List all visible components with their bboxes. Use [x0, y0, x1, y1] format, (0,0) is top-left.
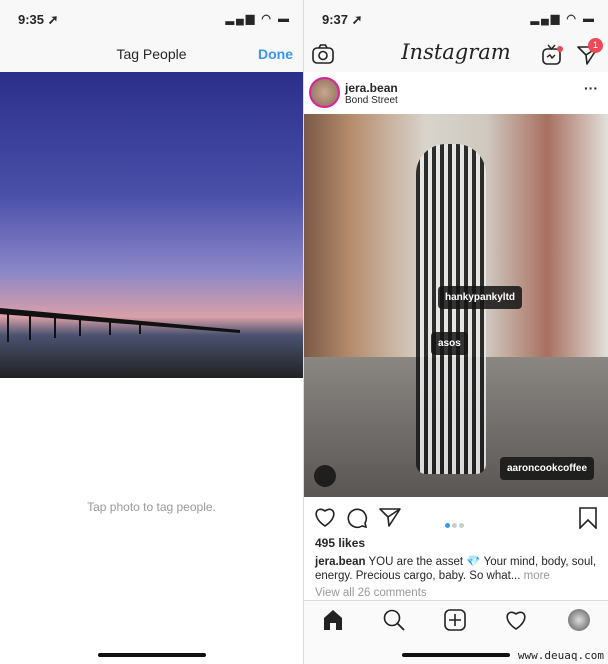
status-time: 9:37 ➚ [322, 12, 363, 27]
nav-bar: Tag People Done [0, 36, 303, 72]
profile-avatar[interactable] [568, 609, 590, 631]
signal-wifi-battery-icon: ▂▄▆ ◠ ▬ [530, 13, 596, 25]
tag-people-screen: 9:35 ➚ ▂▄▆ ◠ ▬ Tag People Done Tap photo… [0, 0, 304, 664]
pier-graphic [0, 308, 240, 342]
post-location[interactable]: Bond Street [345, 95, 398, 106]
product-tag[interactable]: hankypankyltd [438, 286, 523, 309]
instagram-feed-screen: 9:37 ➚ ▂▄▆ ◠ ▬ Instagram 1 jera.bean Bon… [304, 0, 608, 664]
bookmark-icon[interactable] [579, 507, 597, 529]
notification-badge: 1 [588, 38, 603, 53]
share-icon[interactable] [379, 507, 401, 527]
add-post-icon[interactable] [444, 609, 466, 631]
status-bar: 9:35 ➚ ▂▄▆ ◠ ▬ [0, 0, 303, 36]
post-actions [304, 497, 608, 539]
comment-icon[interactable] [346, 507, 368, 529]
home-indicator [402, 653, 510, 657]
more-link[interactable]: more [524, 570, 550, 582]
tag-hint: Tap photo to tag people. [87, 500, 216, 514]
done-button[interactable]: Done [258, 46, 293, 62]
status-time: 9:35 ➚ [18, 12, 59, 27]
product-tag[interactable]: aaroncookcoffee [500, 457, 595, 480]
photo-to-tag[interactable] [0, 72, 303, 378]
home-indicator [98, 653, 206, 657]
igtv-icon[interactable] [541, 44, 563, 66]
post-username[interactable]: jera.bean [345, 81, 398, 95]
person-graphic [416, 144, 486, 474]
watermark: www.deuaq.com [517, 649, 604, 662]
bottom-tab-bar: www.deuaq.com [304, 600, 608, 664]
product-tag[interactable]: asos [431, 332, 468, 355]
like-icon[interactable] [314, 507, 336, 527]
more-options-icon[interactable]: ··· [584, 80, 598, 96]
likes-count[interactable]: 495 likes [315, 536, 365, 550]
home-icon[interactable] [322, 609, 344, 631]
status-bar: 9:37 ➚ ▂▄▆ ◠ ▬ [304, 0, 608, 36]
carousel-indicator [445, 515, 466, 533]
activity-heart-icon[interactable] [505, 609, 527, 631]
post-header: jera.bean Bond Street ··· [304, 72, 608, 114]
nav-bar: Instagram 1 [304, 36, 608, 72]
caption-username[interactable]: jera.bean [315, 556, 366, 568]
avatar[interactable] [309, 77, 340, 108]
view-comments-link[interactable]: View all 26 comments [315, 587, 427, 599]
user-tags-icon[interactable] [314, 465, 336, 487]
search-icon[interactable] [383, 609, 405, 631]
post-caption: jera.bean YOU are the asset 💎 Your mind,… [315, 555, 600, 583]
signal-wifi-battery-icon: ▂▄▆ ◠ ▬ [225, 13, 291, 25]
post-photo[interactable]: hankypankyltd asos aaroncookcoffee [304, 114, 608, 497]
